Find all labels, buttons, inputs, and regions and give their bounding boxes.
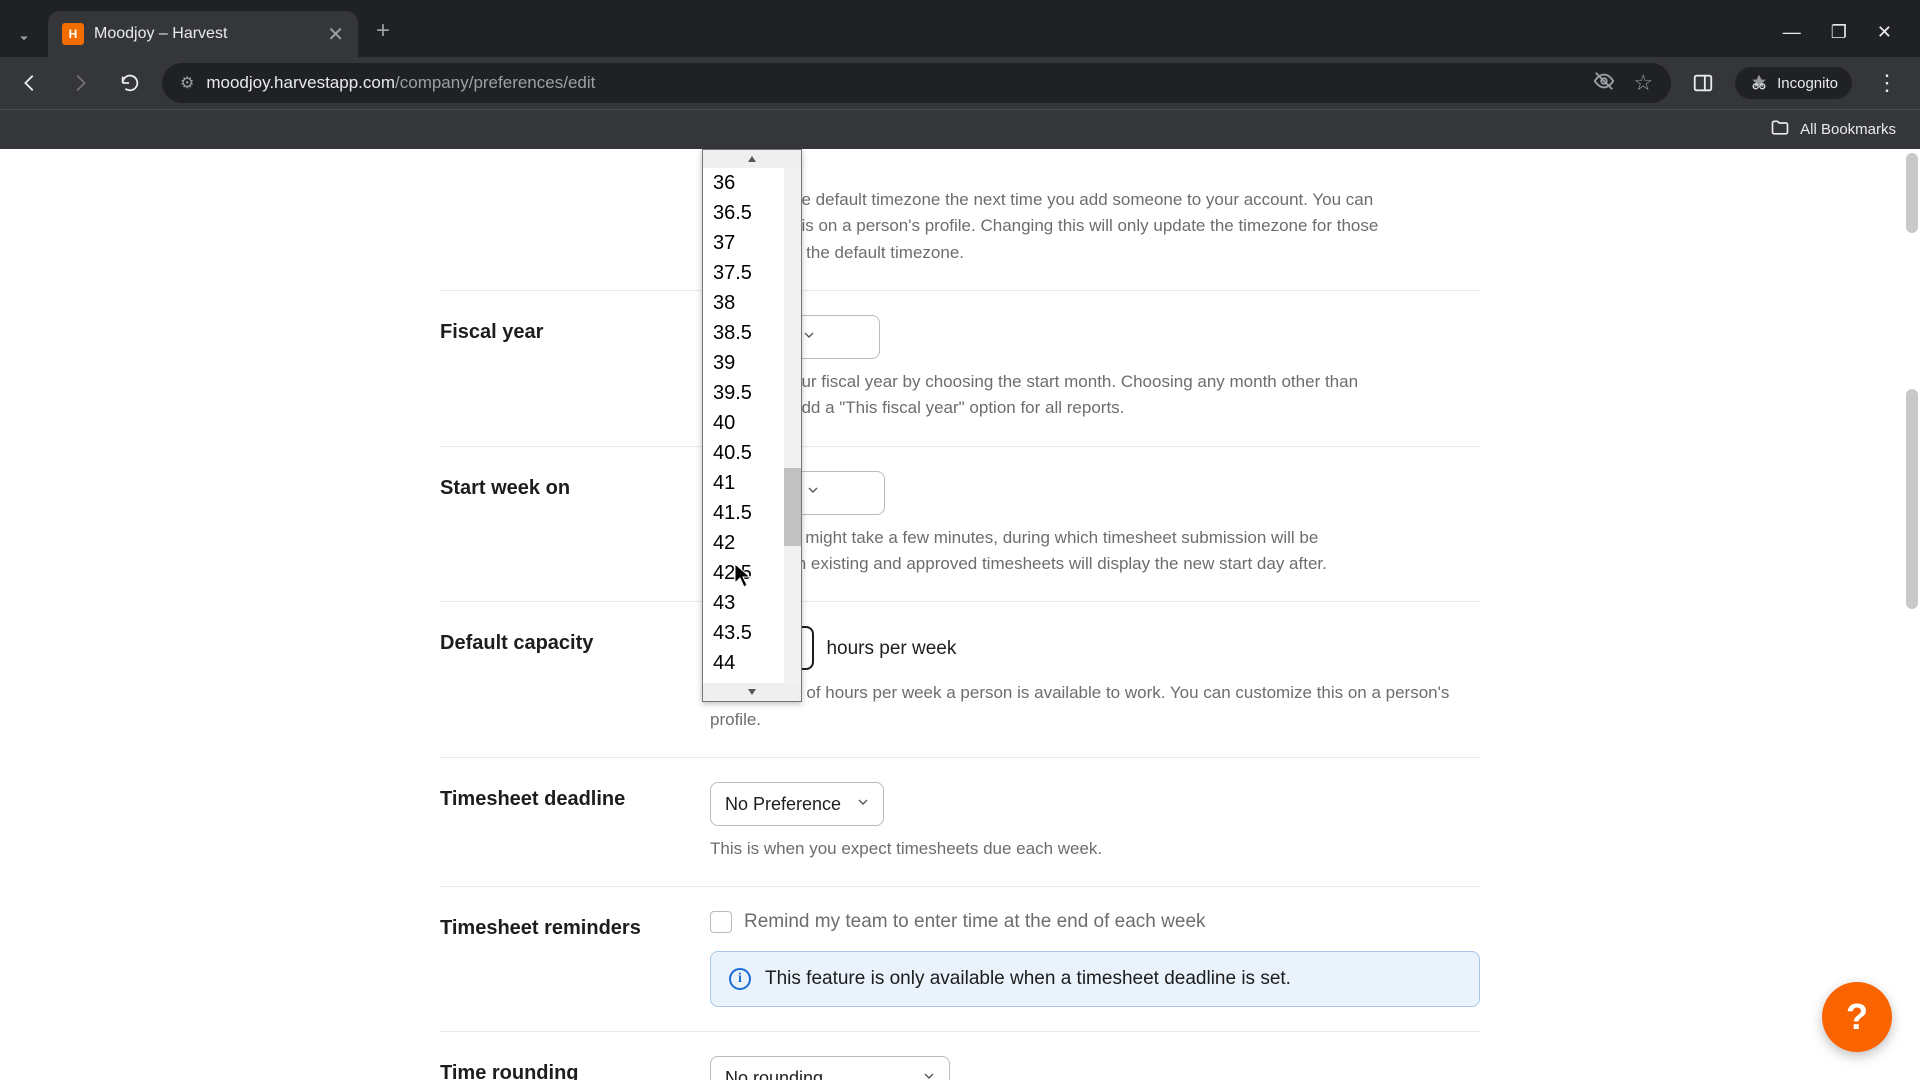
capacity-help: The number of hours per week a person is… <box>710 680 1480 733</box>
help-button[interactable]: ? <box>1822 982 1892 1052</box>
all-bookmarks-link[interactable]: All Bookmarks <box>1800 121 1896 138</box>
pref-row-reminders: Timesheet reminders Remind my team to en… <box>440 886 1480 1031</box>
scrollbar-thumb-1[interactable] <box>1906 153 1918 233</box>
side-panel-button[interactable] <box>1685 65 1721 101</box>
reminders-checkbox[interactable] <box>710 911 732 933</box>
timezone-help: he default timezone the next time you ad… <box>710 187 1480 266</box>
eye-off-icon[interactable] <box>1593 70 1615 97</box>
page-viewport: he default timezone the next time you ad… <box>0 149 1920 1080</box>
bookmarks-folder-icon[interactable] <box>1770 118 1790 142</box>
reminders-info-banner: i This feature is only available when a … <box>710 951 1480 1007</box>
browser-menu-button[interactable]: ⋮ <box>1876 70 1898 96</box>
page-scrollbar[interactable] <box>1904 149 1920 1080</box>
close-window-button[interactable]: ✕ <box>1877 22 1892 43</box>
chevron-down-icon <box>805 482 821 503</box>
bookmarks-bar: All Bookmarks <box>0 109 1920 149</box>
reload-button[interactable] <box>112 65 148 101</box>
reminders-banner-text: This feature is only available when a ti… <box>765 968 1291 990</box>
deadline-select[interactable]: No Preference <box>710 782 884 826</box>
bookmark-star-icon[interactable]: ☆ <box>1633 70 1653 96</box>
tab-favicon: H <box>62 23 84 45</box>
pref-row-fiscal-year: Fiscal year our fiscal year by choosing … <box>440 290 1480 446</box>
rounding-value: No rounding <box>725 1068 823 1080</box>
rounding-label: Time rounding <box>440 1056 710 1080</box>
deadline-label: Timesheet deadline <box>440 782 710 862</box>
fiscal-year-help: our fiscal year by choosing the start mo… <box>710 369 1480 422</box>
browser-toolbar: ⚙ moodjoy.harvestapp.com/company/prefere… <box>0 57 1920 109</box>
address-bar[interactable]: ⚙ moodjoy.harvestapp.com/company/prefere… <box>162 63 1671 103</box>
forward-button[interactable] <box>62 65 98 101</box>
capacity-suffix: hours per week <box>826 638 956 659</box>
reminders-label: Timesheet reminders <box>440 911 710 1007</box>
pref-row-default-capacity: Default capacity 35 hours per week The n… <box>440 601 1480 757</box>
incognito-label: Incognito <box>1777 75 1838 92</box>
capacity-dropdown-list[interactable]: 3636.53737.53838.53939.54040.54141.54242… <box>702 149 802 702</box>
dropdown-scroll-up[interactable] <box>703 150 801 168</box>
deadline-help: This is when you expect timesheets due e… <box>710 836 1480 862</box>
pref-row-timezone: he default timezone the next time you ad… <box>440 173 1480 290</box>
info-icon: i <box>729 968 751 990</box>
maximize-button[interactable]: ❐ <box>1831 22 1847 43</box>
new-tab-button[interactable]: + <box>376 17 390 45</box>
incognito-indicator[interactable]: Incognito <box>1735 67 1852 99</box>
pref-row-deadline: Timesheet deadline No Preference This is… <box>440 757 1480 886</box>
chevron-down-icon <box>801 327 817 348</box>
scrollbar-thumb-2[interactable] <box>1906 389 1918 609</box>
chevron-down-icon <box>921 1068 937 1080</box>
start-week-help: s might take a few minutes, during which… <box>710 525 1480 578</box>
dropdown-scrollbar[interactable] <box>784 168 801 683</box>
start-week-label: Start week on <box>440 471 710 578</box>
back-button[interactable] <box>12 65 48 101</box>
fiscal-year-label: Fiscal year <box>440 315 710 422</box>
browser-tab-strip: H Moodjoy – Harvest ✕ + — ❐ ✕ <box>0 0 1920 57</box>
minimize-button[interactable]: — <box>1783 22 1801 43</box>
tab-title: Moodjoy – Harvest <box>94 25 317 43</box>
pref-row-rounding: Time rounding No rounding This controls … <box>440 1031 1480 1080</box>
deadline-value: No Preference <box>725 794 841 815</box>
site-info-icon[interactable]: ⚙ <box>180 73 194 93</box>
window-controls: — ❐ ✕ <box>1783 22 1920 57</box>
tab-search-button[interactable] <box>6 19 42 57</box>
browser-tab-active[interactable]: H Moodjoy – Harvest ✕ <box>48 11 358 57</box>
rounding-select[interactable]: No rounding <box>710 1056 950 1080</box>
dropdown-scrollbar-thumb[interactable] <box>784 468 801 546</box>
chevron-down-icon <box>855 794 871 815</box>
pref-row-start-week: Start week on s might take a few minutes… <box>440 446 1480 602</box>
close-tab-icon[interactable]: ✕ <box>327 22 344 47</box>
url-text: moodjoy.harvestapp.com/company/preferenc… <box>206 73 595 93</box>
dropdown-scroll-down[interactable] <box>703 683 801 701</box>
reminders-checkbox-label: Remind my team to enter time at the end … <box>744 911 1206 933</box>
capacity-label: Default capacity <box>440 626 710 733</box>
